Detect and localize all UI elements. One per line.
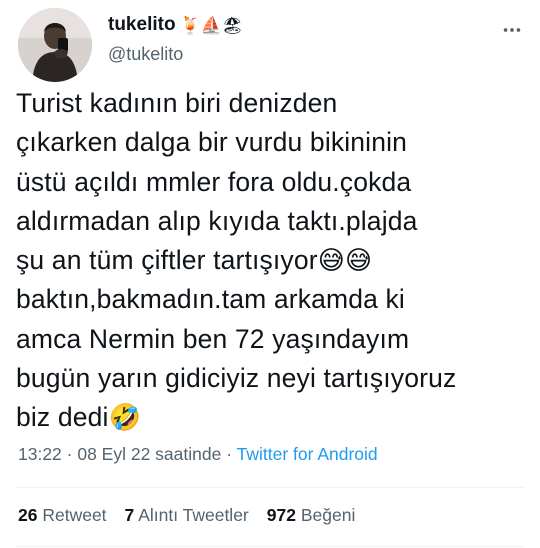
more-icon (503, 28, 521, 32)
tweet-line: baktın,bakmadın.tam arkamda ki (16, 284, 405, 315)
tweet-line-text: şu an tüm çiftler tartışıyor (16, 245, 318, 276)
user-header: tukelito 🍹⛵🏖 @tukelito (108, 12, 243, 65)
avatar-photo (18, 8, 92, 82)
name-row: tukelito 🍹⛵🏖 (108, 12, 243, 38)
meta-separator: · (61, 444, 78, 464)
tweet-line: üstü açıldı mmler fora oldu.çokda (16, 166, 412, 197)
user-handle[interactable]: @tukelito (108, 44, 243, 65)
divider (16, 546, 524, 547)
tweet-line: Turist kadının biri denizden (16, 88, 338, 118)
meta-separator: · (221, 444, 237, 464)
likes-count: 972 (266, 505, 296, 525)
tweet-time[interactable]: 13:22 (18, 444, 62, 464)
avatar[interactable] (18, 8, 92, 82)
tweet-date[interactable]: 08 Eyl 22 saatinde (77, 444, 221, 464)
likes-label: Beğeni (300, 505, 356, 525)
retweets-stat[interactable]: 26 Retweet (18, 505, 107, 526)
quotes-count: 7 (124, 505, 135, 525)
likes-stat[interactable]: 972 Beğeni (267, 505, 356, 526)
tweet-card: tukelito 🍹⛵🏖 @tukelito Turist kadının bi… (0, 0, 540, 548)
tweet-meta: 13:22 · 08 Eyl 22 saatinde · Twitter for… (18, 444, 378, 465)
retweets-count: 26 (18, 505, 38, 525)
tweet-line: çıkarken dalga bir vurdu bikininin (16, 127, 408, 158)
tweet-source-link[interactable]: Twitter for Android (237, 444, 378, 464)
tweet-line: amca Nermin ben 72 yaşındayım (16, 323, 410, 354)
name-emojis: 🍹⛵🏖 (179, 15, 244, 35)
sweat-smile-emoji-icon: 😅😅 (317, 245, 373, 276)
quotes-label: Alıntı Tweetler (138, 505, 249, 525)
tweet-line: aldırmadan alıp kıyıda taktı.plajda (16, 205, 418, 236)
more-options-button[interactable] (498, 16, 526, 44)
tweet-line: bugün yarın gidiciyiz neyi tartışıyoruz (16, 363, 457, 394)
quotes-stat[interactable]: 7 Alıntı Tweetler (125, 505, 249, 526)
tweet-line-text: biz dedi (16, 402, 109, 433)
rofl-emoji-icon: 🤣 (108, 402, 142, 433)
divider (16, 487, 524, 488)
display-name[interactable]: tukelito (108, 14, 176, 36)
retweets-label: Retweet (42, 505, 107, 525)
tweet-line-with-emoji: şu an tüm çiftler tartışıyor😅😅 (16, 241, 526, 280)
tweet-line-with-emoji: biz dedi🤣 (16, 398, 526, 437)
tweet-text: Turist kadının biri denizden çıkarken da… (16, 84, 526, 438)
tweet-stats: 26 Retweet 7 Alıntı Tweetler 972 Beğeni (18, 505, 373, 526)
